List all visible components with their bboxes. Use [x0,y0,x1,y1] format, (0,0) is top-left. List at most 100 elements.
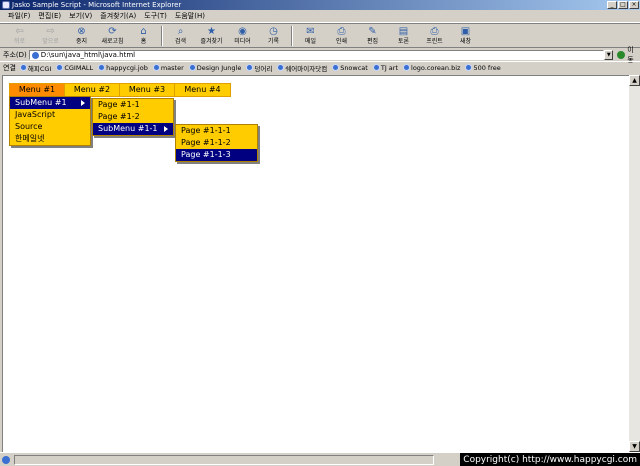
submenu-item[interactable]: SubMenu #1 [10,97,90,109]
link-page-icon [56,64,64,71]
submenu-item[interactable]: Page #1-1 [93,99,173,111]
stop-icon: ⊗ [77,26,86,37]
submenu-item[interactable]: Page #1-1-3 [176,149,257,161]
dhtml-top-menu: Menu #1 Menu #2 Menu #3 Menu #4 [9,83,231,97]
search-icon: ⌕ [177,26,184,37]
menu-2-item[interactable]: Menu #2 [65,84,120,96]
submenu-item[interactable]: Page #1-1-1 [176,125,257,137]
status-bar: Copyright(c) http://www.happycgi.com [0,452,640,466]
links-label: 연결 [3,63,16,72]
mail-button[interactable]: ✉ 메일 [295,24,326,48]
link-item[interactable]: master [152,64,184,72]
go-arrow-icon [617,50,626,59]
link-item[interactable]: 500 free [465,64,501,72]
home-button[interactable]: ⌂ 홈 [128,24,159,48]
close-button[interactable]: × [629,1,639,9]
link-item[interactable]: Design Jungle [188,64,241,72]
search-button[interactable]: ⌕ 검색 [165,24,196,48]
forward-button[interactable]: ⇨ 앞으로 [35,24,66,48]
media-button[interactable]: ◉ 미디어 [227,24,258,48]
title-bar: Jasko Sample Script - Microsoft Internet… [0,0,640,10]
submenu-level-1: SubMenu #1 JavaScript Source 한메일넷 [9,96,91,146]
menu-help[interactable]: 도움말(H) [171,10,209,23]
copyright-text: Copyright(c) http://www.happycgi.com [460,453,640,466]
link-page-icon [332,64,340,71]
home-icon: ⌂ [140,26,147,37]
address-input[interactable]: D:\sun\java_html\java.html [28,49,605,60]
menu-edit[interactable]: 편집(E) [34,10,65,23]
link-item[interactable]: TJ art [372,64,398,72]
refresh-icon: ⟳ [108,26,117,37]
link-page-icon [372,64,380,71]
printer-icon: ⎙ [430,26,439,37]
link-item[interactable]: CGIMALL [56,64,93,72]
vertical-scrollbar[interactable]: ▲ ▼ [629,75,640,452]
address-dropdown-button[interactable]: ▼ [604,49,614,60]
menu-favorites[interactable]: 즐겨찾기(A) [96,10,140,23]
back-icon: ⇦ [15,26,24,37]
printer-button[interactable]: ⎙ 프린트 [419,24,450,48]
address-bar: 주소(D) D:\sun\java_html\java.html ▼ 이동 [0,46,640,64]
window-title: Jasko Sample Script - Microsoft Internet… [12,1,182,9]
submenu-item[interactable]: Page #1-2 [93,111,173,123]
submenu-arrow-icon [81,100,85,106]
link-page-icon [465,64,473,71]
menu-view[interactable]: 보기(V) [65,10,96,23]
minimize-button[interactable]: _ [607,1,617,9]
menu-3-item[interactable]: Menu #3 [120,84,175,96]
print-button[interactable]: ⎙ 인쇄 [326,24,357,48]
submenu-item[interactable]: JavaScript [10,109,90,121]
submenu-item[interactable]: SubMenu #1-1 [93,123,173,135]
history-button[interactable]: ◷ 기록 [258,24,289,48]
maximize-button[interactable]: □ [618,1,628,9]
discuss-button[interactable]: ▤ 토론 [388,24,419,48]
link-item[interactable]: logo.corean.biz [403,64,460,72]
status-page-icon [2,456,10,464]
link-page-icon [98,64,106,71]
favorites-button[interactable]: ★ 즐겨찾기 [196,24,227,48]
stop-button[interactable]: ⊗ 중지 [66,24,97,48]
submenu-item[interactable]: Source [10,121,90,133]
link-item[interactable]: 해피CGI [19,63,51,73]
address-value: D:\sun\java_html\java.html [40,50,136,59]
menu-4-item[interactable]: Menu #4 [175,84,230,96]
menu-bar: 파일(F) 편집(E) 보기(V) 즐겨찾기(A) 도구(T) 도움말(H) [0,10,640,23]
menu-file[interactable]: 파일(F) [4,10,34,23]
refresh-button[interactable]: ⟳ 새로고침 [97,24,128,48]
favorites-icon: ★ [207,26,216,37]
toolbar-separator [161,26,163,46]
link-page-icon [246,64,254,71]
submenu-level-3: Page #1-1-1 Page #1-1-2 Page #1-1-3 [175,124,258,162]
submenu-arrow-icon [164,126,168,132]
link-item[interactable]: happycgi.job [98,64,148,72]
link-item[interactable]: 덩어리 [246,63,272,73]
new-window-button[interactable]: ▣ 새창 [450,24,481,48]
ie-app-icon [2,1,10,9]
link-item[interactable]: Snowcat [332,64,368,72]
address-label: 주소(D) [3,50,27,59]
link-page-icon [152,64,160,71]
link-item[interactable]: 쉐어마이자닷컴 [277,63,327,73]
edit-button[interactable]: ✎ 편집 [357,24,388,48]
link-page-icon [277,64,285,71]
submenu-level-2: Page #1-1 Page #1-2 SubMenu #1-1 [92,98,174,136]
new-window-icon: ▣ [460,26,471,37]
window-controls: _ □ × [607,1,639,9]
link-page-icon [19,64,27,71]
menu-1-item[interactable]: Menu #1 [10,84,65,96]
page-content: Menu #1 Menu #2 Menu #3 Menu #4 SubMenu … [2,75,629,452]
edit-icon: ✎ [368,26,377,37]
page-icon [31,51,39,59]
back-button[interactable]: ⇦ 뒤로 [4,24,35,48]
submenu-item[interactable]: 한메일넷 [10,133,90,145]
standard-toolbar: ⇦ 뒤로 ⇨ 앞으로 ⊗ 중지 ⟳ 새로고침 ⌂ 홈 ⌕ 검색 ★ 즐겨찾기 ◉ 미디어 ◷ 기록… [0,23,640,48]
scroll-down-button[interactable]: ▼ [629,441,640,452]
link-page-icon [403,64,411,71]
submenu-item[interactable]: Page #1-1-2 [176,137,257,149]
discuss-icon: ▤ [398,26,409,37]
media-icon: ◉ [238,26,247,37]
scroll-up-button[interactable]: ▲ [629,75,640,86]
toolbar-separator [291,26,293,46]
mail-icon: ✉ [306,26,315,37]
menu-tools[interactable]: 도구(T) [140,10,171,23]
